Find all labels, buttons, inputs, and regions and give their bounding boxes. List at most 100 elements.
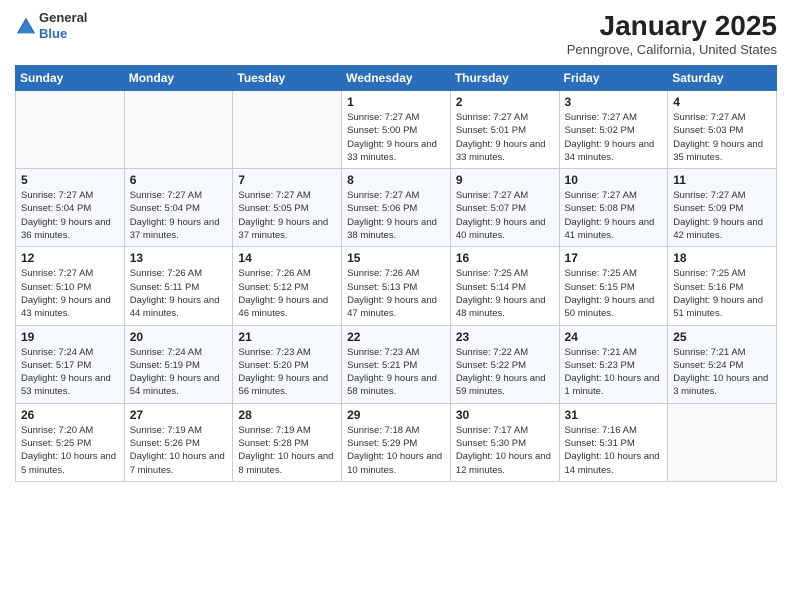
day-info: Sunrise: 7:27 AMSunset: 5:09 PMDaylight:… <box>673 189 771 242</box>
day-number: 13 <box>130 251 228 265</box>
day-cell: 25 Sunrise: 7:21 AMSunset: 5:24 PMDayligh… <box>668 325 777 403</box>
day-cell: 29 Sunrise: 7:18 AMSunset: 5:29 PMDayligh… <box>342 403 451 481</box>
day-number: 28 <box>238 408 336 422</box>
day-info: Sunrise: 7:25 AMSunset: 5:14 PMDaylight:… <box>456 267 554 320</box>
day-info: Sunrise: 7:27 AMSunset: 5:08 PMDaylight:… <box>565 189 663 242</box>
day-cell: 18Sunrise: 7:25 AMSunset: 5:16 PMDayligh… <box>668 247 777 325</box>
location-text: Penngrove, California, United States <box>567 42 777 57</box>
day-info: Sunrise: 7:22 AMSunset: 5:22 PMDaylight:… <box>456 346 554 399</box>
day-cell: 12Sunrise: 7:27 AMSunset: 5:10 PMDayligh… <box>16 247 125 325</box>
day-info: Sunrise: 7:24 AMSunset: 5:19 PMDaylight:… <box>130 346 228 399</box>
day-number: 12 <box>21 251 119 265</box>
day-cell: 17Sunrise: 7:25 AMSunset: 5:15 PMDayligh… <box>559 247 668 325</box>
day-cell: 26 Sunrise: 7:20 AMSunset: 5:25 PMDayligh… <box>16 403 125 481</box>
day-cell: 27 Sunrise: 7:19 AMSunset: 5:26 PMDayligh… <box>124 403 233 481</box>
logo-icon <box>15 15 37 37</box>
day-info: Sunrise: 7:16 AMSunset: 5:31 PMDaylight:… <box>565 424 663 477</box>
day-info: Sunrise: 7:21 AMSunset: 5:24 PMDaylight:… <box>673 346 771 399</box>
day-number: 25 <box>673 330 771 344</box>
day-number: 29 <box>347 408 445 422</box>
day-info: Sunrise: 7:27 AMSunset: 5:05 PMDaylight:… <box>238 189 336 242</box>
weekday-header-monday: Monday <box>124 66 233 91</box>
day-number: 21 <box>238 330 336 344</box>
day-info: Sunrise: 7:23 AMSunset: 5:20 PMDaylight:… <box>238 346 336 399</box>
day-cell: 24 Sunrise: 7:21 AMSunset: 5:23 PMDayligh… <box>559 325 668 403</box>
day-info: Sunrise: 7:19 AMSunset: 5:26 PMDaylight:… <box>130 424 228 477</box>
day-info: Sunrise: 7:27 AMSunset: 5:06 PMDaylight:… <box>347 189 445 242</box>
weekday-header-sunday: Sunday <box>16 66 125 91</box>
day-cell: 7 Sunrise: 7:27 AMSunset: 5:05 PMDaylight… <box>233 169 342 247</box>
logo: General Blue <box>15 10 87 41</box>
day-info: Sunrise: 7:23 AMSunset: 5:21 PMDaylight:… <box>347 346 445 399</box>
day-info: Sunrise: 7:25 AMSunset: 5:16 PMDaylight:… <box>673 267 771 320</box>
day-number: 3 <box>565 95 663 109</box>
day-number: 22 <box>347 330 445 344</box>
day-info: Sunrise: 7:26 AMSunset: 5:12 PMDaylight:… <box>238 267 336 320</box>
day-cell: 2 Sunrise: 7:27 AMSunset: 5:01 PMDaylight… <box>450 91 559 169</box>
day-cell: 4Sunrise: 7:27 AMSunset: 5:03 PMDaylight… <box>668 91 777 169</box>
day-info: Sunrise: 7:21 AMSunset: 5:23 PMDaylight:… <box>565 346 663 399</box>
day-cell <box>668 403 777 481</box>
day-info: Sunrise: 7:20 AMSunset: 5:25 PMDaylight:… <box>21 424 119 477</box>
day-number: 20 <box>130 330 228 344</box>
month-title: January 2025 <box>567 10 777 42</box>
day-info: Sunrise: 7:24 AMSunset: 5:17 PMDaylight:… <box>21 346 119 399</box>
day-info: Sunrise: 7:19 AMSunset: 5:28 PMDaylight:… <box>238 424 336 477</box>
day-cell: 8 Sunrise: 7:27 AMSunset: 5:06 PMDaylight… <box>342 169 451 247</box>
day-cell <box>16 91 125 169</box>
day-cell: 14Sunrise: 7:26 AMSunset: 5:12 PMDayligh… <box>233 247 342 325</box>
day-number: 26 <box>21 408 119 422</box>
day-cell: 16 Sunrise: 7:25 AMSunset: 5:14 PMDayligh… <box>450 247 559 325</box>
day-info: Sunrise: 7:18 AMSunset: 5:29 PMDaylight:… <box>347 424 445 477</box>
logo-general-text: General <box>39 10 87 25</box>
day-number: 15 <box>347 251 445 265</box>
day-info: Sunrise: 7:26 AMSunset: 5:13 PMDaylight:… <box>347 267 445 320</box>
day-cell: 6 Sunrise: 7:27 AMSunset: 5:04 PMDaylight… <box>124 169 233 247</box>
day-number: 16 <box>456 251 554 265</box>
logo-text: General Blue <box>39 10 87 41</box>
weekday-header-tuesday: Tuesday <box>233 66 342 91</box>
day-cell: 19 Sunrise: 7:24 AMSunset: 5:17 PMDayligh… <box>16 325 125 403</box>
day-cell: 3Sunrise: 7:27 AMSunset: 5:02 PMDaylight… <box>559 91 668 169</box>
day-number: 8 <box>347 173 445 187</box>
page: General Blue January 2025 Penngrove, Cal… <box>0 0 792 497</box>
day-cell: 11 Sunrise: 7:27 AMSunset: 5:09 PMDayligh… <box>668 169 777 247</box>
weekday-header-thursday: Thursday <box>450 66 559 91</box>
day-info: Sunrise: 7:25 AMSunset: 5:15 PMDaylight:… <box>565 267 663 320</box>
day-cell: 1Sunrise: 7:27 AMSunset: 5:00 PMDaylight… <box>342 91 451 169</box>
logo-blue-text: Blue <box>39 26 67 41</box>
day-number: 23 <box>456 330 554 344</box>
title-block: January 2025 Penngrove, California, Unit… <box>567 10 777 57</box>
header: General Blue January 2025 Penngrove, Cal… <box>15 10 777 57</box>
day-number: 5 <box>21 173 119 187</box>
day-number: 6 <box>130 173 228 187</box>
day-cell: 10 Sunrise: 7:27 AMSunset: 5:08 PMDayligh… <box>559 169 668 247</box>
day-number: 10 <box>565 173 663 187</box>
day-number: 30 <box>456 408 554 422</box>
day-number: 24 <box>565 330 663 344</box>
day-number: 2 <box>456 95 554 109</box>
week-row-5: 26 Sunrise: 7:20 AMSunset: 5:25 PMDayligh… <box>16 403 777 481</box>
day-cell: 31Sunrise: 7:16 AMSunset: 5:31 PMDayligh… <box>559 403 668 481</box>
day-number: 11 <box>673 173 771 187</box>
week-row-2: 5 Sunrise: 7:27 AMSunset: 5:04 PMDaylight… <box>16 169 777 247</box>
day-cell: 20 Sunrise: 7:24 AMSunset: 5:19 PMDayligh… <box>124 325 233 403</box>
day-number: 7 <box>238 173 336 187</box>
day-number: 4 <box>673 95 771 109</box>
day-info: Sunrise: 7:27 AMSunset: 5:04 PMDaylight:… <box>130 189 228 242</box>
day-cell: 5 Sunrise: 7:27 AMSunset: 5:04 PMDaylight… <box>16 169 125 247</box>
day-cell: 13Sunrise: 7:26 AMSunset: 5:11 PMDayligh… <box>124 247 233 325</box>
day-number: 27 <box>130 408 228 422</box>
day-cell: 23 Sunrise: 7:22 AMSunset: 5:22 PMDayligh… <box>450 325 559 403</box>
weekday-header-wednesday: Wednesday <box>342 66 451 91</box>
week-row-4: 19 Sunrise: 7:24 AMSunset: 5:17 PMDayligh… <box>16 325 777 403</box>
week-row-1: 1Sunrise: 7:27 AMSunset: 5:00 PMDaylight… <box>16 91 777 169</box>
day-cell <box>124 91 233 169</box>
week-row-3: 12Sunrise: 7:27 AMSunset: 5:10 PMDayligh… <box>16 247 777 325</box>
day-cell <box>233 91 342 169</box>
day-cell: 30Sunrise: 7:17 AMSunset: 5:30 PMDayligh… <box>450 403 559 481</box>
day-info: Sunrise: 7:27 AMSunset: 5:04 PMDaylight:… <box>21 189 119 242</box>
weekday-header-friday: Friday <box>559 66 668 91</box>
day-info: Sunrise: 7:27 AMSunset: 5:01 PMDaylight:… <box>456 111 554 164</box>
day-number: 19 <box>21 330 119 344</box>
